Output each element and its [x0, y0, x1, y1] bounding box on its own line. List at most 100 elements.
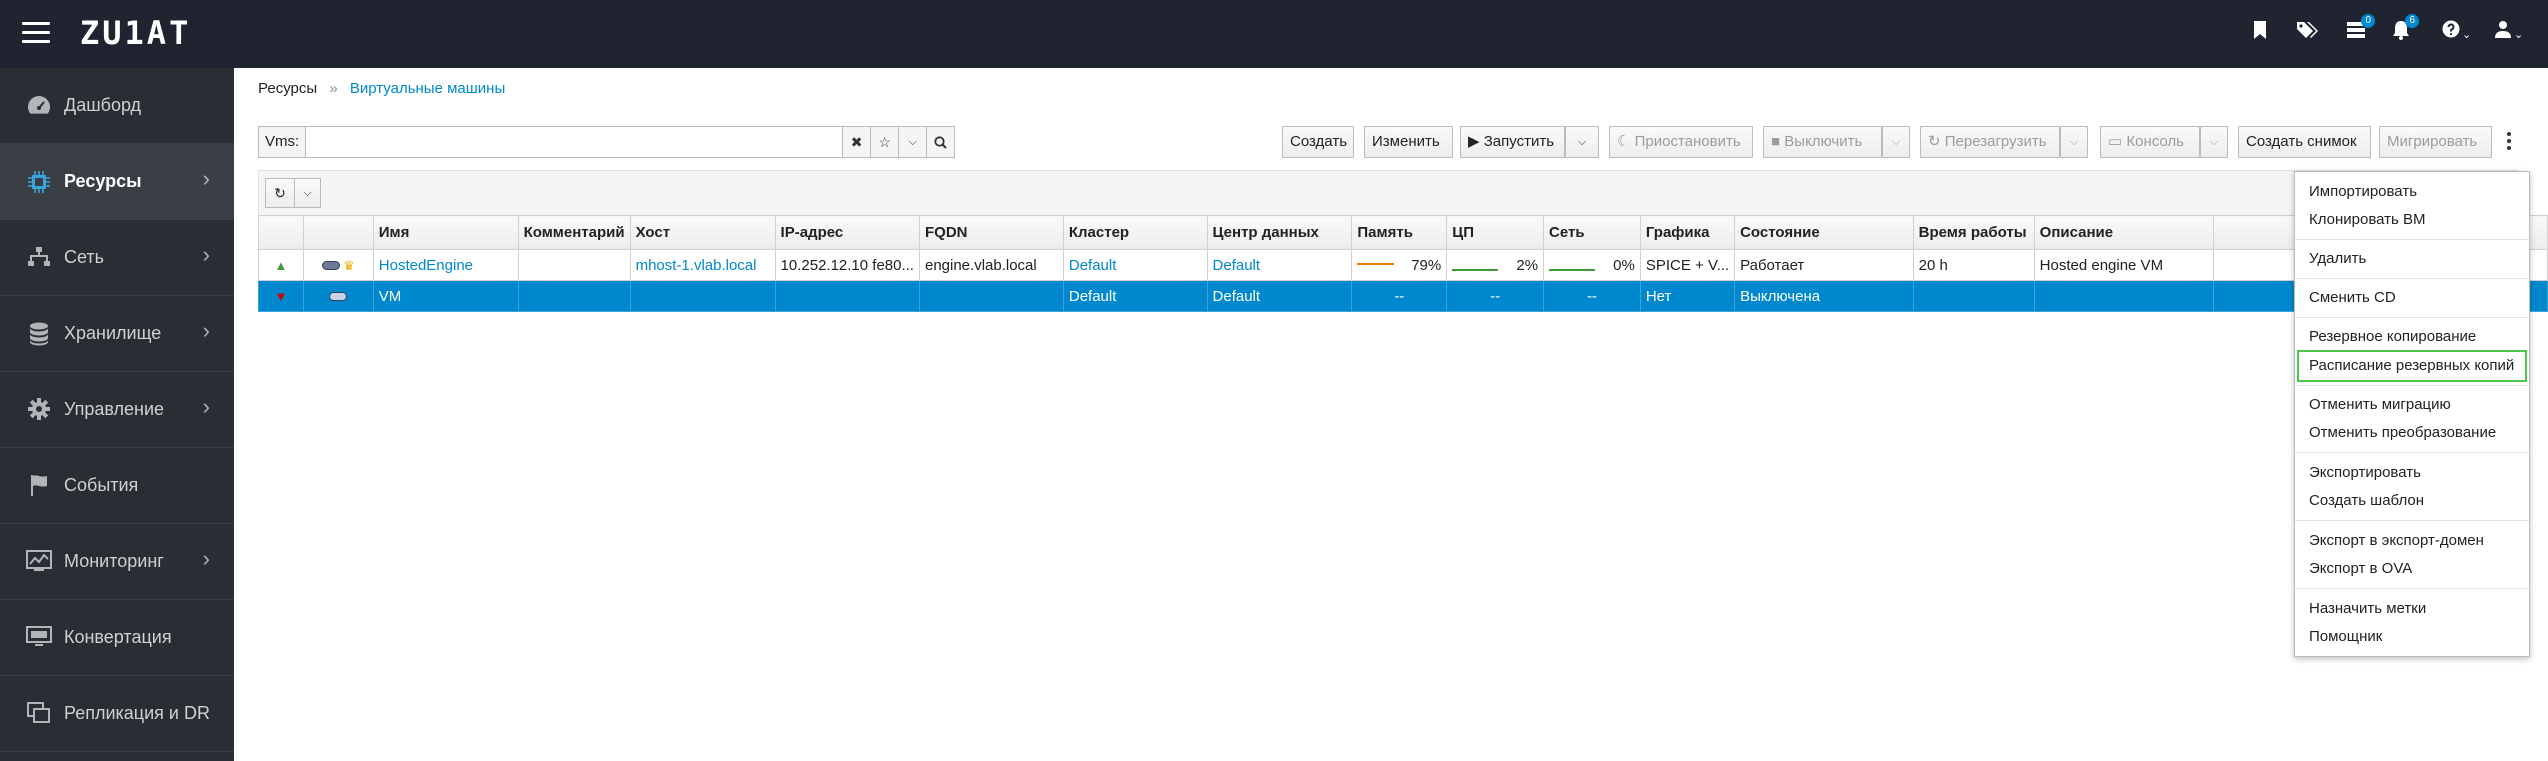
- console-dropdown-button[interactable]: ⌵: [2200, 126, 2228, 158]
- column-header-comment[interactable]: Комментарий: [517, 215, 631, 250]
- chevron-down-icon[interactable]: ⌵: [899, 126, 928, 158]
- menu-item-export-to-domain[interactable]: Экспорт в экспорт-домен: [2309, 532, 2484, 549]
- vm-memory: --: [1394, 287, 1405, 305]
- table-toolbar: ↻ ⌵: [258, 170, 2518, 215]
- hamburger-menu-icon[interactable]: [22, 22, 50, 44]
- user-icon[interactable]: ⌄: [2494, 20, 2523, 47]
- chevron-right-icon: ›: [202, 166, 210, 191]
- database-icon: [26, 322, 52, 346]
- menu-divider: [2295, 520, 2529, 521]
- sidebar-item-resources[interactable]: Ресурсы ›: [0, 144, 234, 220]
- menu-item-import[interactable]: Импортировать: [2309, 183, 2417, 200]
- refresh-icon[interactable]: ↻: [265, 178, 295, 208]
- column-header-fqdn[interactable]: FQDN: [918, 215, 1064, 250]
- column-header[interactable]: [258, 215, 304, 250]
- migrate-button[interactable]: Мигрировать: [2379, 126, 2492, 158]
- vm-datacenter-link[interactable]: Default: [1213, 257, 1261, 274]
- sidebar-item-events[interactable]: События: [0, 448, 234, 524]
- table-header-row: Имя Комментарий Хост IP-адрес FQDN Класт…: [258, 215, 2548, 250]
- vm-name[interactable]: VM: [372, 280, 519, 312]
- column-header-datacenter[interactable]: Центр данных: [1206, 215, 1353, 250]
- suspend-button[interactable]: ☾ Приостановить: [1609, 126, 1753, 158]
- chevron-right-icon: ›: [202, 318, 210, 343]
- table-row[interactable]: ▲ ♛ HostedEngine mhost-1.vlab.local 10.2…: [258, 249, 2548, 281]
- menu-divider: [2295, 239, 2529, 240]
- column-header-name[interactable]: Имя: [372, 215, 519, 250]
- chevron-down-icon[interactable]: ⌵: [295, 178, 321, 208]
- refresh-control: ↻ ⌵: [265, 178, 321, 208]
- menu-item-cancel-migration[interactable]: Отменить миграцию: [2309, 396, 2451, 413]
- run-button[interactable]: ▶ Запустить: [1460, 126, 1565, 158]
- create-button[interactable]: Создать: [1282, 126, 1354, 158]
- column-header-host[interactable]: Хост: [629, 215, 776, 250]
- menu-item-backup[interactable]: Резервное копирование: [2309, 328, 2476, 345]
- menu-item-assistant[interactable]: Помощник: [2309, 628, 2382, 645]
- vm-name-link[interactable]: HostedEngine: [379, 257, 473, 274]
- sidebar-item-administration[interactable]: Управление ›: [0, 372, 234, 448]
- sidebar-item-label: Репликация и DR: [64, 703, 210, 723]
- vm-table: Имя Комментарий Хост IP-адрес FQDN Класт…: [258, 215, 2548, 312]
- menu-item-backup-schedule[interactable]: Расписание резервных копий: [2297, 350, 2527, 382]
- sidebar-item-monitoring[interactable]: Мониторинг ›: [0, 524, 234, 600]
- vm-state: Работает: [1734, 249, 1914, 281]
- column-header-description[interactable]: Описание: [2033, 215, 2215, 250]
- sidebar-item-dashboard[interactable]: Дашборд: [0, 68, 234, 144]
- bookmark-icon[interactable]: [2252, 20, 2268, 46]
- bell-icon[interactable]: 6: [2392, 14, 2419, 46]
- tags-icon[interactable]: [2296, 20, 2318, 46]
- clear-search-icon[interactable]: ✖: [843, 126, 872, 158]
- sidebar-item-network[interactable]: Сеть ›: [0, 220, 234, 296]
- more-actions-kebab-icon[interactable]: [2503, 130, 2515, 154]
- menu-item-remove[interactable]: Удалить: [2309, 250, 2366, 267]
- column-header-uptime[interactable]: Время работы: [1912, 215, 2035, 250]
- run-dropdown-button[interactable]: ⌵: [1565, 126, 1599, 158]
- breadcrumb-parent[interactable]: Ресурсы: [258, 80, 317, 97]
- stop-icon: ■: [1771, 133, 1781, 150]
- edit-button[interactable]: Изменить: [1364, 126, 1453, 158]
- menu-item-cancel-conversion[interactable]: Отменить преобразование: [2309, 424, 2496, 441]
- search-icon[interactable]: [927, 126, 956, 158]
- column-header-network[interactable]: Сеть: [1543, 215, 1641, 250]
- sidebar-item-replication[interactable]: Репликация и DR: [0, 676, 234, 752]
- breadcrumb-current[interactable]: Виртуальные машины: [350, 80, 505, 97]
- help-icon[interactable]: ⌄: [2442, 20, 2471, 47]
- column-header-ip[interactable]: IP-адрес: [774, 215, 920, 250]
- console-button[interactable]: ▭ Консоль: [2100, 126, 2200, 158]
- reboot-dropdown-button[interactable]: ⌵: [2060, 126, 2088, 158]
- menu-item-export[interactable]: Экспортировать: [2309, 464, 2421, 481]
- menu-item-change-cd[interactable]: Сменить CD: [2309, 289, 2396, 306]
- column-header[interactable]: [302, 215, 374, 250]
- menu-item-clone-vm[interactable]: Клонировать ВМ: [2309, 211, 2426, 228]
- column-header-cpu[interactable]: ЦП: [1446, 215, 1545, 250]
- suspend-button-label: Приостановить: [1634, 133, 1741, 150]
- sidebar-item-conversion[interactable]: Конвертация: [0, 600, 234, 676]
- table-row-selected[interactable]: ▼ VM Default Default -- -- -- Нет Выключ…: [258, 280, 2548, 312]
- chevron-down-icon: ⌵: [2069, 136, 2079, 148]
- sidebar-item-label: События: [64, 475, 139, 495]
- search-input[interactable]: [305, 126, 844, 158]
- memory-usage-bar: [1357, 261, 1403, 271]
- sidebar-item-label: Дашборд: [64, 95, 142, 115]
- chevron-down-icon: ⌵: [1577, 136, 1587, 148]
- vm-state: Выключена: [1734, 280, 1914, 312]
- column-header-cluster[interactable]: Кластер: [1062, 215, 1208, 250]
- reboot-button[interactable]: ↻ Перезагрузить: [1920, 126, 2060, 158]
- column-header-memory[interactable]: Память: [1351, 215, 1448, 250]
- sidebar-item-storage[interactable]: Хранилище ›: [0, 296, 234, 372]
- bookmark-star-icon[interactable]: ☆: [871, 126, 900, 158]
- menu-item-create-template[interactable]: Создать шаблон: [2309, 492, 2424, 509]
- tasks-icon[interactable]: 0: [2346, 14, 2375, 46]
- column-header-graphics[interactable]: Графика: [1639, 215, 1736, 250]
- vm-cluster-link[interactable]: Default: [1069, 257, 1117, 274]
- create-snapshot-button[interactable]: Создать снимок: [2238, 126, 2371, 158]
- menu-item-export-ova[interactable]: Экспорт в OVA: [2309, 560, 2412, 577]
- monitor-icon: ▭: [2108, 133, 2123, 150]
- app-logo[interactable]: ZU1AT: [80, 14, 191, 52]
- vm-uptime: 20 h: [1912, 249, 2035, 281]
- vm-host-link[interactable]: mhost-1.vlab.local: [636, 257, 757, 274]
- shutdown-button[interactable]: ■ Выключить: [1763, 126, 1882, 158]
- column-header-state[interactable]: Состояние: [1734, 215, 1914, 250]
- shutdown-dropdown-button[interactable]: ⌵: [1882, 126, 1910, 158]
- vm-comment: [517, 280, 631, 312]
- menu-item-assign-tags[interactable]: Назначить метки: [2309, 600, 2426, 617]
